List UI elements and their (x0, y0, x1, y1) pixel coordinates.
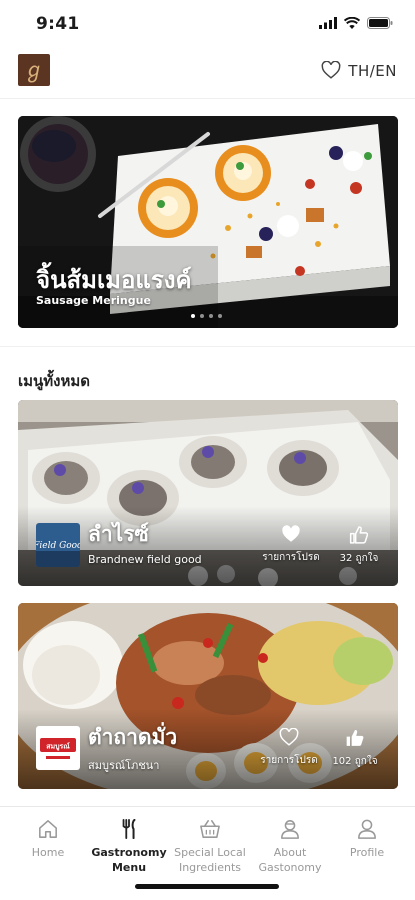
logo-monogram: ℊ (23, 57, 45, 82)
hero-banner[interactable]: จิ้นส้มเมอแรงค์ Sausage Meringue (18, 116, 398, 328)
nav-home[interactable]: Home (8, 819, 88, 860)
home-indicator (135, 884, 279, 889)
heart-filled-icon (282, 525, 300, 542)
nav-special-local-ingredients[interactable]: Special Local Ingredients (170, 819, 250, 875)
brand-logo-text: Field Good (36, 541, 80, 551)
nav-gastronomy-menu[interactable]: Gastronomy Menu (89, 819, 169, 875)
likes-count: 32 ถูกใจ (339, 553, 379, 564)
brand-logo: Field Good (36, 523, 80, 567)
hero-subtitle: Sausage Meringue (36, 294, 151, 307)
status-icons (319, 17, 393, 29)
wifi-icon (344, 17, 360, 29)
thumbs-up-icon (349, 526, 369, 544)
carousel-dots[interactable] (191, 314, 222, 318)
carousel-dot[interactable] (200, 314, 204, 318)
favorite-label: รายการโปรด (260, 755, 318, 766)
favorite-button[interactable]: รายการโปรด (256, 525, 326, 565)
nav-label: Special Local Ingredients (174, 846, 246, 874)
menu-item-brand: Brandnew field good (88, 553, 202, 566)
basket-icon (200, 820, 220, 838)
nav-about-gastronomy[interactable]: About Gastonomy (250, 819, 330, 875)
app-header: ℊ TH/EN (0, 48, 415, 98)
all-menu-heading: เมนูทั้งหมด (18, 372, 90, 390)
menu-card[interactable]: Field Good ลำไรซ์ Brandnew field good รา… (18, 400, 398, 586)
thumbs-up-icon (346, 730, 364, 746)
like-button[interactable]: 32 ถูกใจ (334, 525, 384, 566)
user-icon (358, 819, 376, 839)
chef-icon (281, 820, 299, 839)
heart-outline-icon (279, 728, 299, 746)
like-button[interactable]: 102 ถูกใจ (330, 728, 380, 769)
nav-label: Home (31, 846, 65, 859)
menu-item-title: ลำไรซ์ (88, 522, 149, 546)
favorites-heart-icon[interactable] (321, 61, 341, 79)
cellular-signal-icon (319, 17, 337, 29)
nav-label: About Gastonomy (258, 846, 322, 874)
home-icon (39, 820, 57, 838)
favorite-label: รายการโปรด (262, 552, 320, 563)
menu-item-brand: สมบูรณ์โภชนา (88, 759, 160, 772)
section-divider (0, 346, 415, 347)
header-divider (0, 98, 415, 99)
nav-label: Profile (349, 846, 385, 859)
likes-count: 102 ถูกใจ (332, 756, 378, 767)
menu-item-title: ตำถาดมั่ว (88, 725, 178, 749)
carousel-dot[interactable] (218, 314, 222, 318)
app-logo[interactable]: ℊ (18, 54, 50, 86)
favorite-button[interactable]: รายการโปรด (254, 728, 324, 768)
fork-knife-icon (122, 819, 136, 839)
battery-icon (367, 17, 393, 29)
nav-label: Gastronomy Menu (91, 846, 167, 874)
menu-card[interactable]: สมบูรณ์ ตำถาดมั่ว สมบูรณ์โภชนา รายการโปร… (18, 603, 398, 789)
status-time: 9:41 (36, 14, 80, 34)
carousel-dot[interactable] (209, 314, 213, 318)
brand-logo-text: สมบูรณ์ (46, 742, 70, 752)
language-toggle[interactable]: TH/EN (348, 62, 397, 80)
status-bar: 9:41 (0, 0, 415, 48)
brand-logo: สมบูรณ์ (36, 726, 80, 770)
carousel-dot[interactable] (191, 314, 195, 318)
nav-profile[interactable]: Profile (327, 819, 407, 860)
